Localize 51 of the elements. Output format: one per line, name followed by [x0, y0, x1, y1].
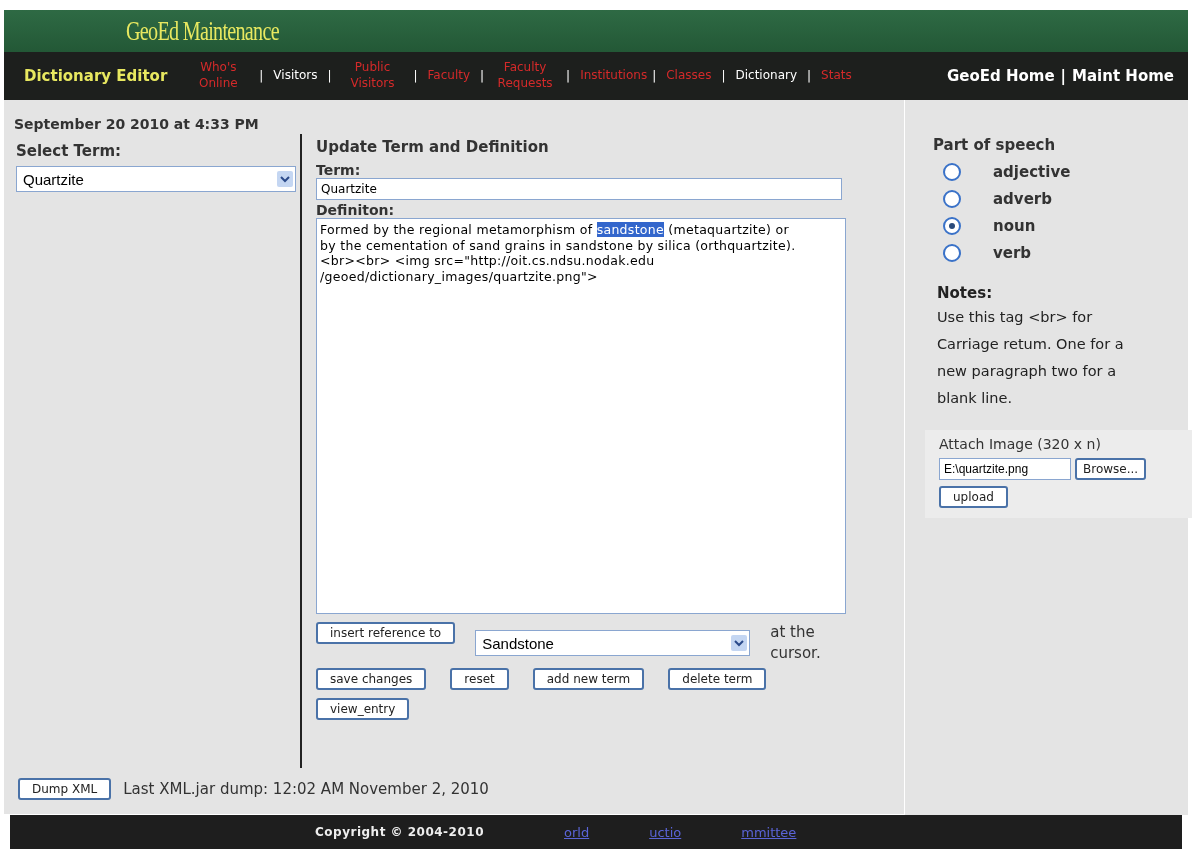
part-of-speech-label: Part of speech	[932, 136, 1057, 154]
dropdown-icon	[731, 635, 748, 651]
action-button[interactable]: delete term	[668, 668, 767, 690]
browse-button[interactable]: Browse...	[1075, 458, 1147, 480]
home-link[interactable]: Maint Home	[1072, 67, 1174, 85]
nav-separator: |	[807, 69, 812, 83]
radio-label: noun	[993, 216, 1036, 235]
section-heading: Update Term and Definition	[316, 138, 550, 156]
timestamp: September 20 2010 at 4:33 PM	[13, 115, 260, 132]
nav-separator: |	[1060, 67, 1067, 85]
radio-button[interactable]	[943, 162, 961, 181]
reference-dropdown[interactable]: Sandstone	[475, 630, 751, 656]
insert-hint: at the cursor.	[770, 622, 822, 664]
copyright: Copyright © 2004-2010	[315, 825, 484, 839]
term-label: Term:	[316, 162, 362, 178]
definition-label: Definiton:	[316, 202, 396, 218]
nav-separator: |	[480, 69, 485, 83]
nav-link[interactable]: Dictionary	[735, 68, 797, 84]
nav-link[interactable]: Visitors	[273, 68, 318, 84]
nav-separator: |	[327, 69, 332, 83]
home-link[interactable]: GeoEd Home	[946, 67, 1055, 85]
dump-xml-button[interactable]: Dump XML	[18, 778, 112, 800]
site-title: GeoEd Maintenance	[126, 15, 279, 47]
notes-text: Use this tag <br> for Carriage retum. One for a new paragraph two for a blank line.	[936, 308, 1125, 408]
radio-button[interactable]	[943, 216, 961, 235]
nav-separator: |	[566, 69, 571, 83]
definition-textarea[interactable]: Formed by the regional metamorphism of sandstone (metaquartzite) or by the cementation of sand grains in sandstone by silica (orthquartzite). <br><br> <img src="http://oit.cs.ndsu.nodak.edu /geoed/dictionary_images/quartzite.png">	[316, 218, 846, 614]
dump-status: Last XML.jar dump: 12:02 AM November 2, 2010	[123, 780, 489, 798]
file-input[interactable]: E:\quartzite.png	[939, 458, 1071, 480]
action-button[interactable]: view_entry	[316, 698, 410, 720]
dropdown-icon	[277, 171, 293, 187]
radio-label: adjective	[993, 162, 1071, 181]
radio-button[interactable]	[943, 243, 961, 262]
notes-label: Notes:	[937, 284, 994, 302]
action-button[interactable]: save changes	[316, 668, 427, 690]
term-input[interactable]: Quartzite	[316, 178, 842, 200]
page-title: Dictionary Editor	[24, 67, 168, 85]
nav-separator: |	[413, 69, 418, 83]
term-dropdown[interactable]: Quartzite	[16, 166, 296, 192]
action-button[interactable]: add new term	[532, 668, 645, 690]
insert-reference-button[interactable]: insert reference to	[316, 622, 456, 644]
nav-separator: |	[721, 69, 726, 83]
nav-separator: |	[259, 69, 264, 83]
radio-label: verb	[993, 243, 1032, 262]
radio-button[interactable]	[943, 189, 961, 208]
nav-separator: |	[652, 69, 657, 83]
action-button[interactable]: reset	[450, 668, 509, 690]
radio-label: adverb	[993, 189, 1052, 208]
attach-label: Attach Image (320 x n)	[939, 436, 1102, 452]
select-term-label: Select Term:	[16, 142, 122, 160]
upload-button[interactable]: upload	[939, 486, 1008, 508]
